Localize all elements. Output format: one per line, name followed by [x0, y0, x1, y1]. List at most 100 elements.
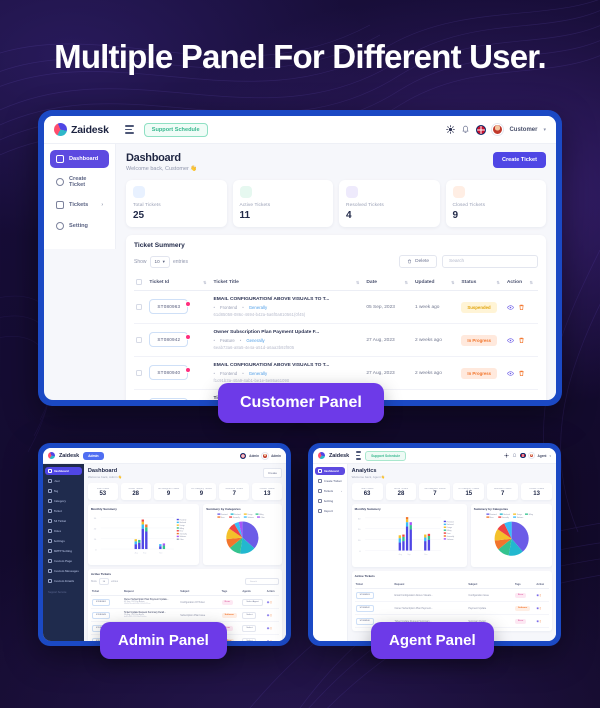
avatar[interactable] — [492, 124, 504, 135]
ticket-meta-b[interactable]: Generally — [249, 305, 267, 310]
agent-select[interactable]: Select — [242, 637, 257, 641]
delete-icon[interactable]: ▯ — [270, 639, 272, 641]
sidebar-item-tag[interactable]: Tag — [45, 487, 82, 495]
table-row[interactable]: ST080963 EMAIL CONFIGURATION/ ABOVE VISU… — [134, 290, 538, 325]
column-tags[interactable]: Tags — [514, 581, 536, 589]
view-icon[interactable]: ◉ — [536, 593, 539, 597]
delete-icon[interactable]: ▯ — [270, 600, 272, 604]
column-ticket[interactable]: Ticket — [90, 588, 123, 596]
search-input[interactable]: Search — [245, 578, 279, 585]
search-input[interactable]: Search — [442, 255, 538, 268]
language-flag-icon[interactable] — [476, 124, 487, 135]
sidebar-item-category[interactable]: Category — [45, 497, 82, 505]
chevron-down-icon[interactable]: ▾ — [549, 454, 551, 458]
sidebar-item-all-ticket[interactable]: All Ticket — [45, 517, 82, 525]
sidebar-item-dashboard[interactable]: Dashboard — [315, 467, 345, 475]
sidebar-item-tickets[interactable]: Tickets › — [50, 196, 109, 214]
sidebar-item-ticket[interactable]: Ticket — [45, 507, 82, 515]
table-row[interactable]: ST080942 Owner Subscription Plan Payment… — [134, 323, 538, 358]
sidebar-item-setting[interactable]: Setting — [315, 497, 345, 505]
column-request[interactable]: Request — [122, 588, 180, 596]
notification-bell-icon[interactable] — [461, 125, 470, 134]
delete-icon[interactable] — [518, 304, 525, 311]
notification-bell-icon[interactable] — [512, 453, 517, 458]
language-flag-icon[interactable] — [520, 452, 526, 459]
delete-icon[interactable]: ▯ — [540, 593, 542, 597]
sidebar-item-create-ticket[interactable]: Create Ticket — [50, 171, 109, 193]
ticket-id[interactable]: ST080940 — [355, 617, 374, 625]
column-action[interactable]: Action — [265, 588, 279, 596]
row-checkbox-cell[interactable] — [134, 290, 148, 325]
sidebar-item-roles[interactable]: Roles — [45, 527, 82, 535]
table-row[interactable]: ST080945 Ticket Update Request Summary D… — [90, 608, 279, 622]
column-status[interactable]: ⇅ Status — [459, 274, 505, 291]
row-checkbox-cell[interactable] — [134, 356, 148, 391]
entries-select[interactable]: 10 ▾ — [149, 255, 170, 268]
column-action[interactable]: Action — [535, 581, 549, 589]
delete-button[interactable]: Delete — [399, 255, 437, 268]
view-icon[interactable]: ◉ — [536, 619, 539, 623]
sidebar-item-custom-emails[interactable]: Custom Emails — [45, 577, 82, 585]
view-icon[interactable] — [506, 337, 514, 344]
ticket-id[interactable]: ST080942 — [355, 604, 374, 612]
delete-icon[interactable]: ▯ — [270, 613, 272, 617]
column-updated[interactable]: ⇅ Updated — [412, 274, 460, 291]
theme-toggle-icon[interactable] — [446, 125, 456, 134]
create-ticket-button[interactable]: Create Ticket — [492, 152, 546, 168]
agent-select[interactable]: Select — [242, 611, 257, 619]
row-checkbox-cell[interactable] — [134, 323, 148, 358]
select-all-header[interactable] — [134, 274, 148, 291]
checkbox-icon[interactable] — [136, 279, 142, 285]
view-icon[interactable] — [506, 304, 514, 311]
avatar[interactable] — [262, 452, 269, 459]
sidebar-item-settings[interactable]: Settings — [45, 537, 82, 545]
entries-select[interactable]: 10 — [98, 578, 110, 585]
column-agents[interactable]: Agents — [241, 588, 266, 596]
ticket-id[interactable]: ST080961 — [91, 598, 110, 606]
view-icon[interactable] — [506, 370, 514, 377]
sidebar-item-custom-page[interactable]: Custom Page — [45, 557, 82, 565]
checkbox-icon[interactable] — [136, 370, 142, 377]
ticket-id-badge[interactable]: ST080942 — [149, 332, 192, 348]
brand-logo[interactable]: Zaidesk — [54, 123, 109, 136]
admin-head-button[interactable]: Create — [262, 468, 282, 478]
checkbox-icon[interactable] — [136, 304, 142, 311]
ticket-meta-b[interactable]: Generally — [246, 338, 264, 343]
ticket-id[interactable]: ST080963 — [355, 591, 374, 599]
delete-icon[interactable] — [518, 337, 525, 344]
column-tags[interactable]: Tags — [220, 588, 242, 596]
agent-select[interactable]: Select Agent — [242, 598, 263, 606]
column-request[interactable]: Request — [393, 581, 468, 589]
ticket-id-badge[interactable]: ST080940 — [149, 365, 192, 381]
column-ticket[interactable]: Ticket — [354, 581, 394, 589]
delete-icon[interactable]: ▯ — [540, 619, 542, 623]
avatar[interactable] — [528, 452, 535, 459]
sidebar-item-smtp-setting[interactable]: SMTP Setting — [45, 547, 82, 555]
column-subject[interactable]: Subject — [467, 581, 514, 589]
admin-pill-badge[interactable]: Admin — [83, 451, 104, 460]
row-checkbox-cell[interactable] — [134, 389, 148, 400]
column-ticket-id[interactable]: ⇅ Ticket Id — [147, 274, 212, 291]
table-row[interactable]: ST080942 Owner Subscription Plan Payment… — [354, 601, 549, 615]
support-schedule-button[interactable]: Support Schedule — [365, 450, 407, 461]
sidebar-item-user[interactable]: User — [45, 477, 82, 485]
support-schedule-button[interactable]: Support Schedule — [143, 122, 208, 137]
table-row[interactable]: ST080961 Owner Subscription Plan Payment… — [90, 595, 279, 609]
delete-icon[interactable] — [518, 370, 525, 377]
table-row[interactable]: ST080963 Email Configuration Above Visua… — [354, 588, 549, 602]
agent-select[interactable]: Select — [242, 624, 257, 632]
column-ticket-title[interactable]: ⇅ Ticket Title — [211, 274, 365, 291]
sidebar-item-custom-messages[interactable]: Custom Messages — [45, 567, 82, 575]
menu-toggle-icon[interactable] — [356, 451, 362, 460]
chevron-down-icon[interactable]: ▾ — [543, 127, 546, 133]
ticket-id-badge[interactable]: ST080963 — [149, 299, 192, 315]
view-icon[interactable]: ◉ — [536, 606, 539, 610]
checkbox-icon[interactable] — [136, 337, 142, 344]
sidebar-item-dashboard[interactable]: Dashboard — [50, 150, 109, 168]
sidebar-item-report[interactable]: Report — [315, 507, 345, 515]
delete-icon[interactable]: ▯ — [270, 626, 272, 630]
sidebar-item-setting[interactable]: Setting — [50, 217, 109, 235]
column-subject[interactable]: Subject — [179, 588, 221, 596]
sidebar-item-tickets[interactable]: Tickets › — [315, 487, 345, 495]
ticket-id[interactable]: ST080945 — [91, 611, 110, 619]
